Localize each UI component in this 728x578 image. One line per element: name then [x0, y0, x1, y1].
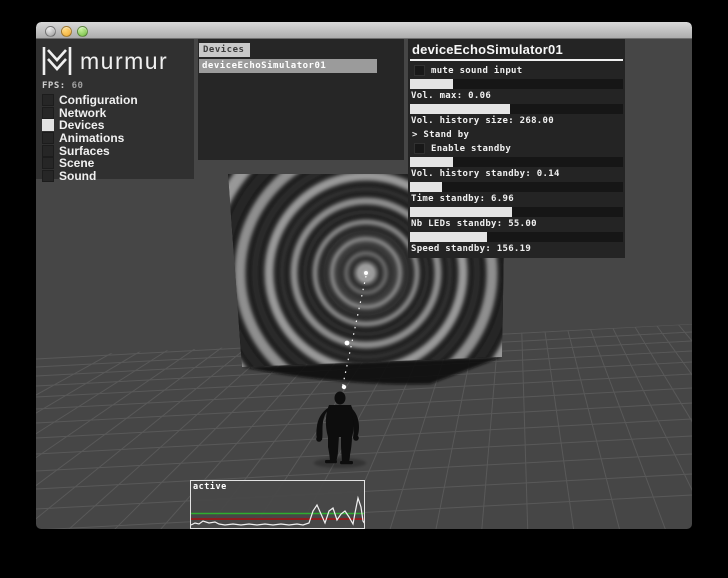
checkbox-icon[interactable]: [414, 143, 425, 154]
menu-item-configuration[interactable]: Configuration: [36, 93, 194, 107]
desktop-background: murmur FPS: 60 Configuration Network Devic…: [0, 0, 728, 578]
vol-history-size-slider[interactable]: [410, 104, 623, 114]
title-divider: [410, 59, 623, 61]
menu-checkbox-icon[interactable]: [42, 106, 54, 119]
menu-item-label: Sound: [59, 168, 97, 183]
app-logo-text: murmur: [80, 47, 169, 74]
menu-checkbox-icon[interactable]: [42, 157, 54, 170]
vol-history-standby-slider[interactable]: [410, 157, 623, 167]
time-standby-label: Time standby: 6.96: [411, 194, 514, 204]
minimize-button-icon[interactable]: [61, 26, 72, 37]
speed-standby-slider[interactable]: [410, 232, 623, 242]
menu-item-devices[interactable]: Devices: [36, 118, 194, 132]
nb-leds-standby-slider[interactable]: [410, 207, 623, 217]
main-menu-panel: murmur FPS: 60 Configuration Network Devic…: [36, 39, 194, 183]
vol-history-standby-label: Vol. history standby: 0.14: [411, 169, 560, 179]
fps-counter: FPS: 60: [42, 81, 84, 91]
volume-waveform: [190, 495, 366, 526]
menu-item-scene[interactable]: Scene: [36, 156, 194, 170]
vol-history-size-label: Vol. history size: 268.00: [411, 116, 554, 126]
mute-sound-input-checkbox-row[interactable]: mute sound input: [414, 65, 624, 76]
activity-graph-panel: active: [190, 480, 366, 529]
menu-checkbox-icon[interactable]: [42, 94, 54, 107]
devices-panel-header[interactable]: Devices: [199, 43, 251, 57]
zoom-button-icon[interactable]: [77, 26, 88, 37]
device-panel-title: deviceEchoSimulator01: [412, 42, 563, 57]
menu-checkbox-icon[interactable]: [42, 132, 54, 145]
time-standby-slider[interactable]: [410, 182, 623, 192]
app-window: murmur FPS: 60 Configuration Network Devic…: [36, 22, 692, 529]
window-titlebar[interactable]: [36, 22, 692, 39]
menu-item-sound[interactable]: Sound: [36, 168, 194, 183]
speed-standby-label: Speed standby: 156.19: [411, 244, 532, 254]
close-button-icon[interactable]: [45, 26, 56, 37]
app-content: murmur FPS: 60 Configuration Network Devic…: [36, 39, 692, 529]
menu-item-surfaces[interactable]: Surfaces: [36, 144, 194, 158]
device-settings-panel: deviceEchoSimulator01 mute sound input V…: [408, 39, 625, 258]
vol-max-slider[interactable]: [410, 79, 623, 89]
person-silhouette: [316, 391, 359, 465]
enable-standby-checkbox-row[interactable]: Enable standby: [414, 143, 624, 154]
graph-title: active: [193, 482, 227, 492]
device-list: deviceEchoSimulator01: [198, 59, 404, 73]
menu-item-network[interactable]: Network: [36, 106, 194, 120]
murmur-logo-icon: [42, 47, 72, 75]
vol-max-label: Vol. max: 0.06: [411, 91, 492, 101]
menu-checkbox-icon[interactable]: [42, 169, 54, 182]
menu-checkbox-icon[interactable]: [42, 144, 54, 157]
menu-checkbox-icon[interactable]: [42, 119, 54, 132]
main-menu-list: Configuration Network Devices Animations Sur…: [36, 93, 194, 183]
devices-list-panel: Devices deviceEchoSimulator01: [198, 39, 404, 160]
device-list-item[interactable]: deviceEchoSimulator01: [199, 59, 377, 73]
checkbox-icon[interactable]: [414, 65, 425, 76]
standby-group-header[interactable]: > Stand by: [409, 127, 624, 142]
nb-leds-standby-label: Nb LEDs standby: 55.00: [411, 219, 537, 229]
menu-item-animations[interactable]: Animations: [36, 131, 194, 145]
